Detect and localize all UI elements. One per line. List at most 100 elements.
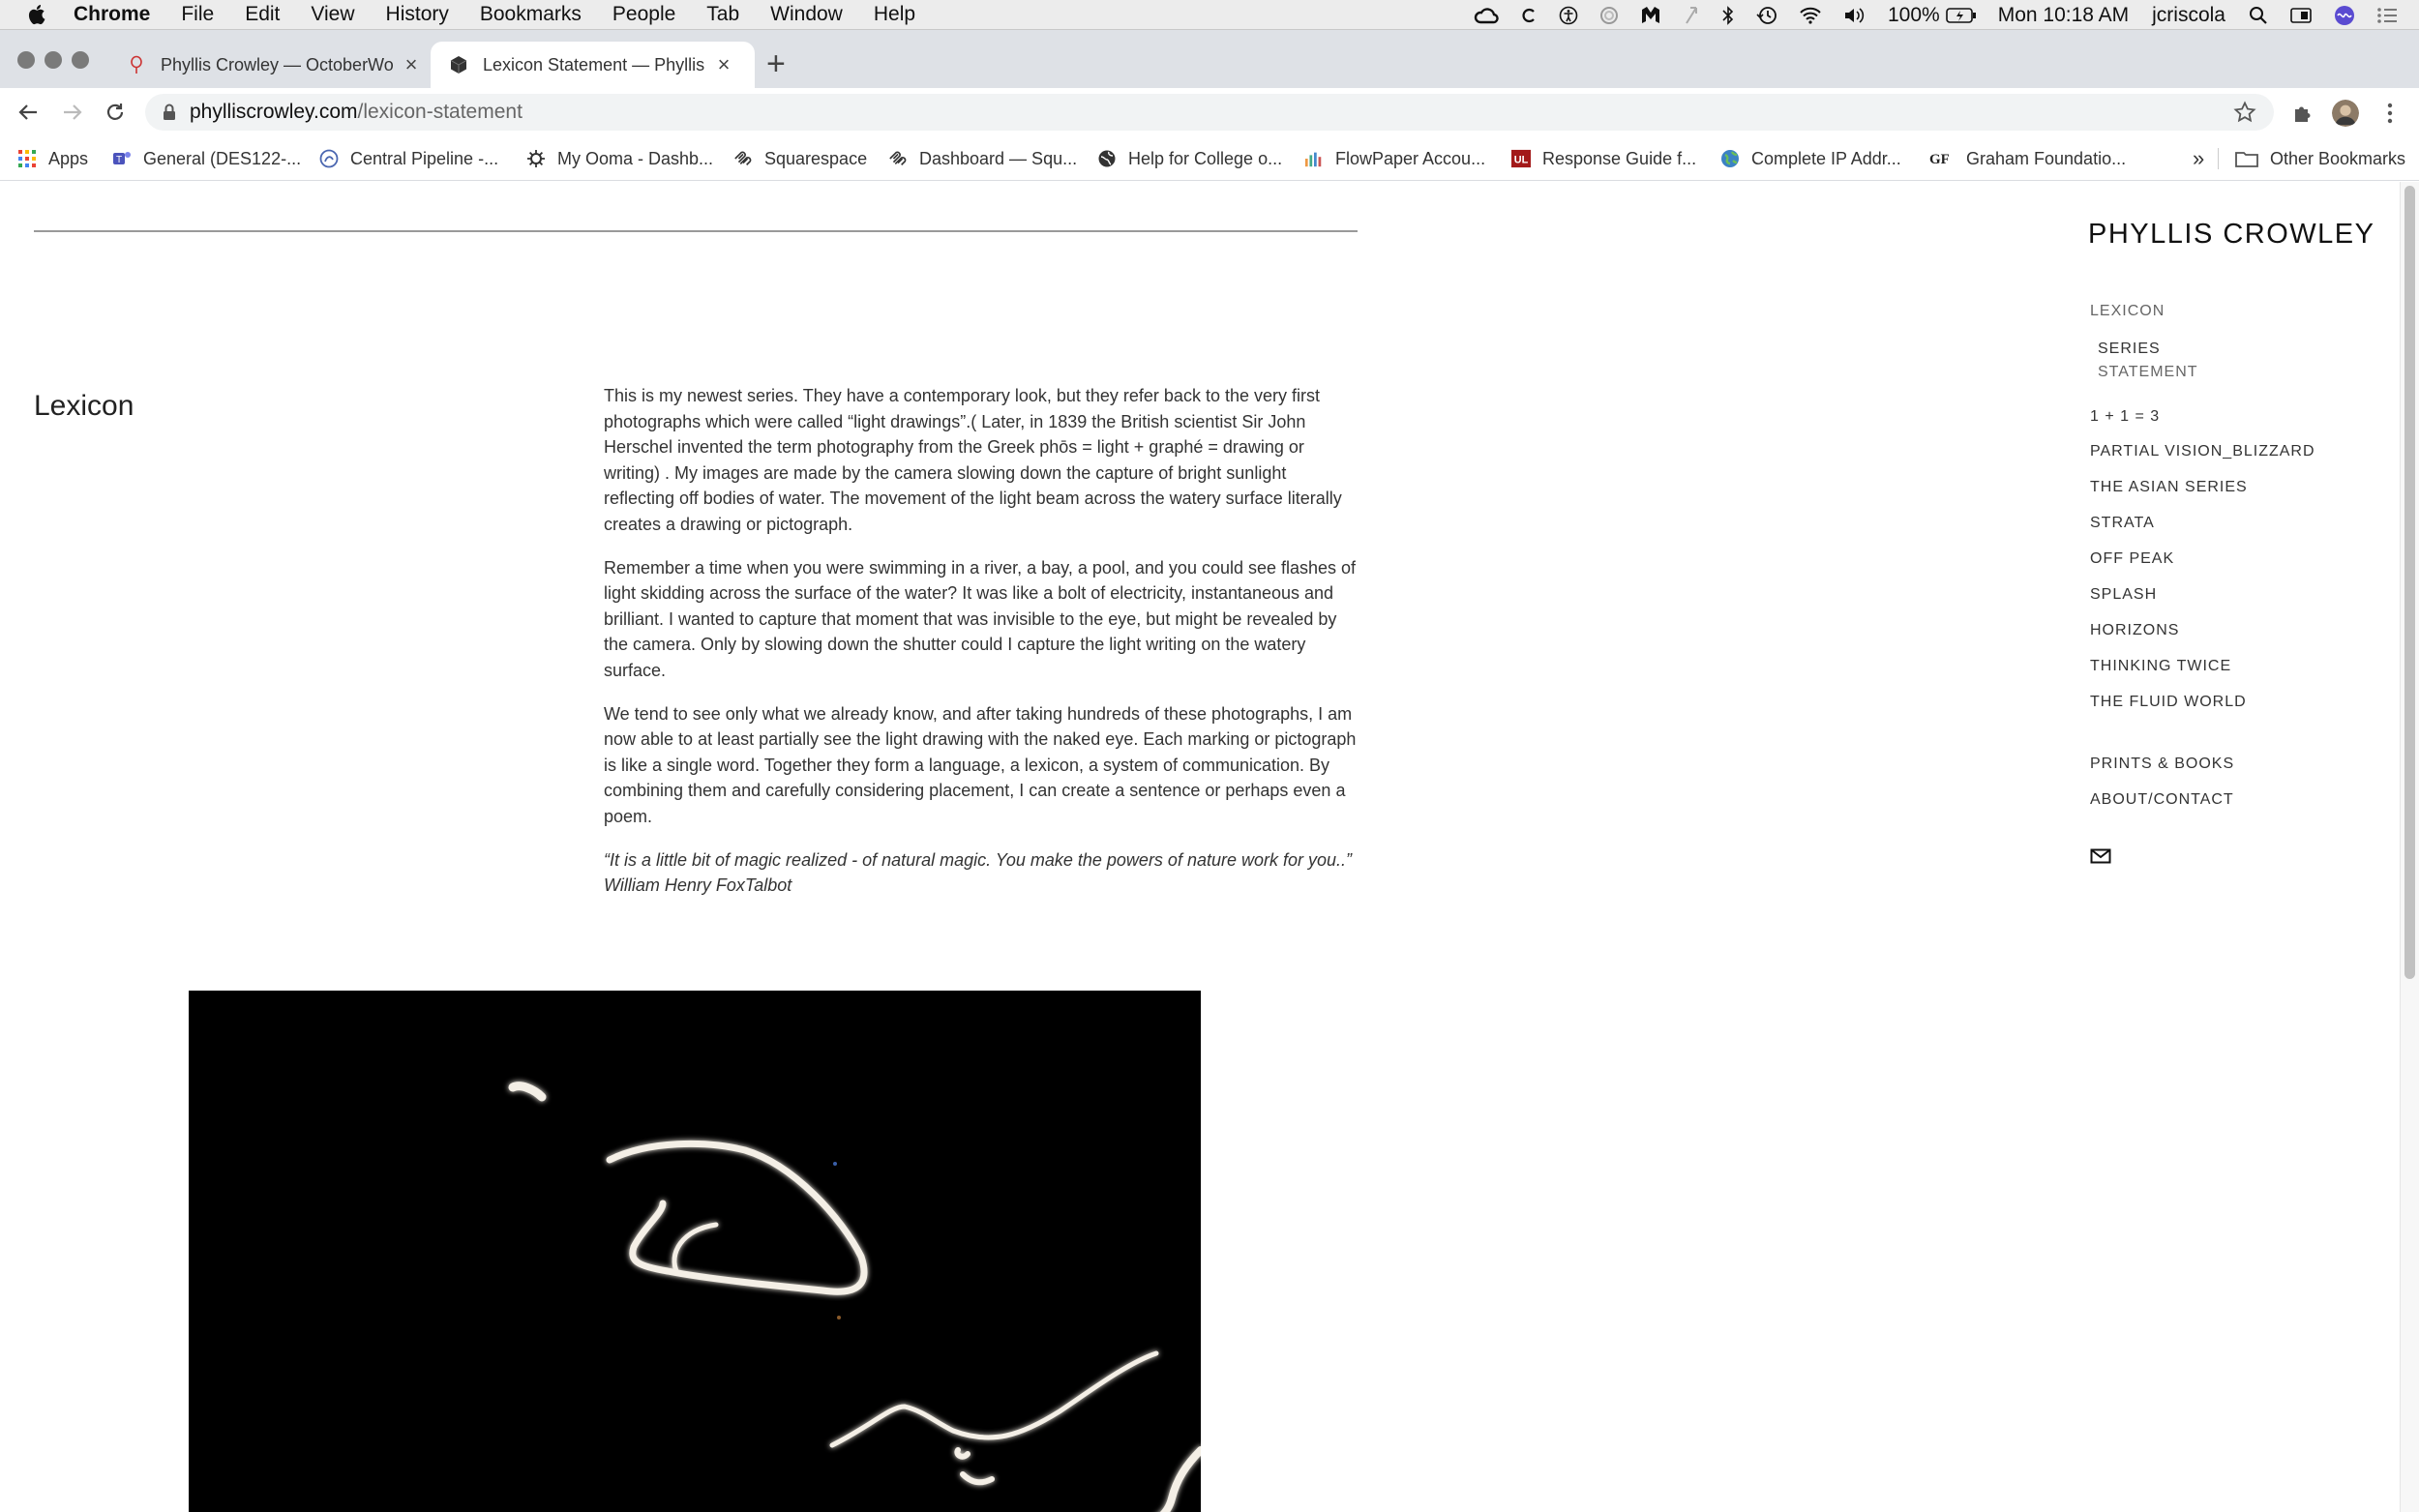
folder-icon	[2235, 149, 2258, 168]
new-tab-icon[interactable]: +	[766, 47, 786, 80]
nav-off-peak[interactable]: OFF PEAK	[2090, 550, 2174, 568]
user-name[interactable]: jcriscola	[2152, 4, 2225, 27]
spotlight-search-icon[interactable]	[2249, 6, 2268, 25]
close-icon[interactable]: ×	[399, 52, 424, 77]
globe-icon	[1097, 149, 1117, 168]
nav-1-plus-1-equals-3[interactable]: 1 + 1 = 3	[2090, 408, 2160, 426]
svg-text:GF: GF	[1929, 152, 1950, 167]
statement-paragraph: We tend to see only what we already know…	[604, 703, 1357, 826]
statement-paragraph: This is my newest series. They have a co…	[604, 386, 1342, 534]
bookmarks-divider	[2218, 148, 2219, 169]
bookmark-flowpaper[interactable]: FlowPaper Accou...	[1304, 144, 1485, 173]
tab-strip: Phyllis Crowley — OctoberWorks × Lexicon…	[0, 30, 2419, 88]
bookmarks-bar: Apps T General (DES122-... Central Pipel…	[0, 136, 2419, 181]
scrollbar-thumb[interactable]	[2404, 186, 2415, 979]
url-host: phylliscrowley.com	[190, 101, 358, 123]
time-machine-icon[interactable]	[1756, 6, 1777, 25]
siri-icon[interactable]	[2334, 5, 2355, 26]
menu-file[interactable]: File	[181, 3, 214, 26]
bookmark-dashboard-squarespace[interactable]: Dashboard — Squ...	[888, 144, 1077, 173]
bookmark-squarespace[interactable]: Squarespace	[733, 144, 867, 173]
window-close-button[interactable]	[17, 51, 35, 69]
window-minimize-button[interactable]	[45, 51, 62, 69]
address-bar[interactable]: phylliscrowley.com /lexicon-statement	[145, 94, 2274, 131]
bookmark-label: Central Pipeline -...	[350, 148, 499, 168]
battery-icon[interactable]	[1945, 7, 1977, 24]
bookmark-apps[interactable]: Apps	[17, 144, 88, 173]
loading-circle-icon[interactable]	[1599, 6, 1619, 25]
volume-icon[interactable]	[1843, 6, 1867, 25]
apple-icon[interactable]	[27, 3, 48, 26]
wifi-icon[interactable]	[1799, 6, 1822, 25]
bookmark-label: General (DES122-...	[143, 148, 302, 168]
bookmark-label: My Ooma - Dashb...	[557, 148, 714, 168]
bluetooth-icon[interactable]	[1721, 5, 1735, 25]
flowpaper-icon	[1304, 149, 1324, 168]
nav-horizons[interactable]: HORIZONS	[2090, 622, 2179, 639]
tab-phyllis-crowley-octoberworks[interactable]: Phyllis Crowley — OctoberWorks ×	[108, 42, 428, 88]
sync-arrow-icon[interactable]	[1683, 6, 1700, 25]
menu-edit[interactable]: Edit	[245, 3, 280, 26]
menu-chrome[interactable]: Chrome	[74, 3, 150, 26]
statement-paragraph: Remember a time when you were swimming i…	[604, 557, 1357, 680]
menu-view[interactable]: View	[311, 3, 354, 26]
nav-splash[interactable]: SPLASH	[2090, 586, 2157, 604]
nav-thinking-twice[interactable]: THINKING TWICE	[2090, 658, 2231, 675]
back-arrow-icon[interactable]	[15, 100, 41, 125]
menu-bookmarks[interactable]: Bookmarks	[480, 3, 582, 26]
display-icon[interactable]	[2289, 6, 2313, 25]
accessibility-icon[interactable]	[1559, 6, 1578, 25]
window-zoom-button[interactable]	[72, 51, 89, 69]
menu-help[interactable]: Help	[874, 3, 915, 26]
bookmark-response-guide[interactable]: UL Response Guide f...	[1511, 144, 1696, 173]
site-title[interactable]: PHYLLIS CROWLEY	[2088, 219, 2374, 251]
nav-lexicon-statement[interactable]: STATEMENT	[2098, 364, 2198, 381]
forward-arrow-icon[interactable]	[60, 100, 85, 125]
sync-c-icon[interactable]	[1520, 6, 1538, 25]
close-icon[interactable]: ×	[711, 52, 736, 77]
menu-tab[interactable]: Tab	[706, 3, 739, 26]
bookmark-my-ooma[interactable]: My Ooma - Dashb...	[526, 144, 713, 173]
bookmark-label: Response Guide f...	[1542, 148, 1697, 168]
notification-center-icon[interactable]	[2376, 7, 2398, 24]
reload-icon[interactable]	[103, 100, 128, 125]
nav-lexicon[interactable]: LEXICON	[2090, 303, 2165, 320]
bookmark-label: Help for College o...	[1128, 148, 1283, 168]
nav-the-fluid-world[interactable]: THE FLUID WORLD	[2090, 694, 2247, 711]
web-page: Lexicon This is my newest series. They h…	[0, 182, 2400, 1512]
nav-partial-vision-blizzard[interactable]: PARTIAL VISION_BLIZZARD	[2090, 443, 2315, 460]
nav-lexicon-series[interactable]: SERIES	[2098, 341, 2161, 358]
envelope-icon[interactable]	[2090, 847, 2111, 865]
lock-icon[interactable]	[163, 104, 176, 121]
tab-lexicon-statement[interactable]: Lexicon Statement — Phyllis Crowley ×	[431, 42, 755, 88]
malwarebytes-icon[interactable]	[1640, 6, 1661, 25]
bookmark-central-pipeline[interactable]: Central Pipeline -...	[319, 144, 498, 173]
nav-prints-and-books[interactable]: PRINTS & BOOKS	[2090, 756, 2234, 773]
nav-about-contact[interactable]: ABOUT/CONTACT	[2090, 791, 2234, 809]
nav-strata[interactable]: STRATA	[2090, 515, 2155, 532]
bookmarks-overflow-button[interactable]: »	[2193, 144, 2204, 173]
extensions-puzzle-icon[interactable]	[2289, 100, 2316, 127]
menu-people[interactable]: People	[612, 3, 675, 26]
bookmark-complete-ip[interactable]: Complete IP Addr...	[1720, 144, 1901, 173]
bookmark-help-for-college[interactable]: Help for College o...	[1097, 144, 1282, 173]
creative-cloud-icon[interactable]	[1474, 6, 1499, 25]
kebab-menu-icon[interactable]	[2376, 100, 2404, 127]
bookmark-general-des122[interactable]: T General (DES122-...	[112, 144, 301, 173]
bookmark-star-icon[interactable]	[2233, 101, 2256, 130]
clock[interactable]: Mon 10:18 AM	[1998, 4, 2129, 27]
battery-percent[interactable]: 100%	[1888, 4, 1940, 27]
nav-the-asian-series[interactable]: THE ASIAN SERIES	[2090, 479, 2248, 496]
menu-window[interactable]: Window	[770, 3, 843, 26]
status-area: 100% Mon 10:18 AM jcriscola	[1474, 0, 2419, 30]
gf-icon: GF	[1929, 149, 1955, 168]
ooma-icon	[526, 149, 546, 168]
menu-history[interactable]: History	[386, 3, 449, 26]
bookmark-graham-foundation[interactable]: GF Graham Foundatio...	[1929, 144, 2126, 173]
svg-text:UL: UL	[1514, 155, 1529, 166]
profile-avatar[interactable]	[2332, 100, 2359, 127]
bookmark-other-bookmarks[interactable]: Other Bookmarks	[2235, 144, 2405, 173]
pipeline-icon	[319, 149, 339, 168]
lexicon-photograph[interactable]	[189, 991, 1201, 1512]
page-scrollbar[interactable]	[2400, 182, 2419, 1512]
